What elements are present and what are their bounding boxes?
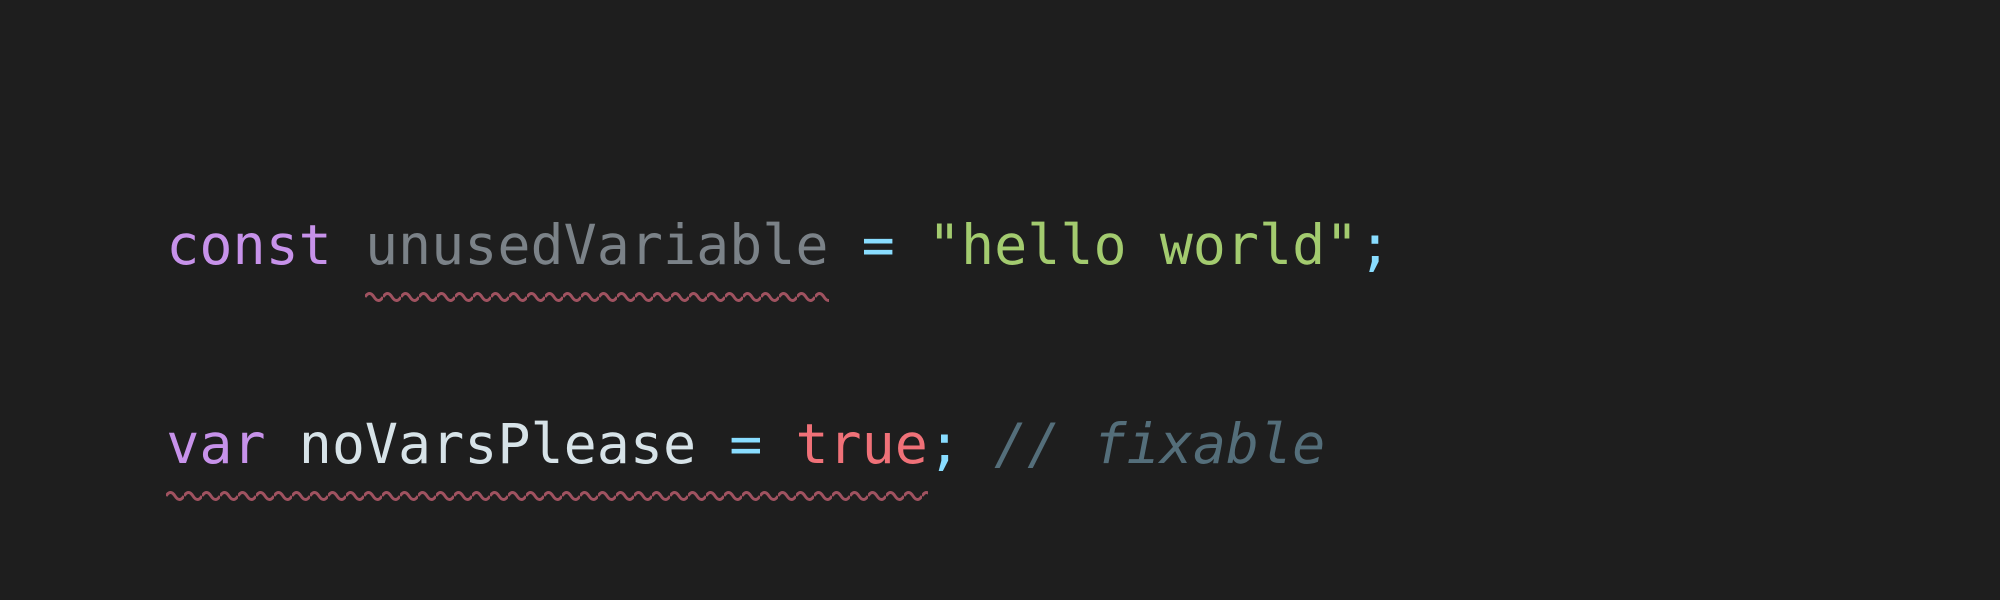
warning-squiggle-icon [166,491,928,501]
semicolon: ; [1358,213,1391,277]
space [696,412,729,476]
identifier-novars: noVarsPlease [299,412,696,476]
string-literal: "hello world" [928,213,1358,277]
semicolon: ; [928,412,961,476]
keyword-var: var [166,412,265,476]
space [332,213,365,277]
space [961,412,994,476]
space [829,213,862,277]
space [762,412,795,476]
comment-fixable: // fixable [994,412,1325,476]
boolean-literal: true [795,412,927,476]
warning-span: unusedVariable [365,207,829,284]
code-line-2[interactable]: var noVarsPlease = true; // fixable [100,329,1900,483]
operator-equals: = [862,213,895,277]
warning-span: var noVarsPlease = true [166,406,928,483]
warning-squiggle-icon [365,292,829,302]
identifier-unused: unusedVariable [365,213,829,277]
operator-equals: = [729,412,762,476]
space [266,412,299,476]
code-line-1[interactable]: const unusedVariable = "hello world"; [100,130,1900,284]
keyword-const: const [166,213,332,277]
space [895,213,928,277]
